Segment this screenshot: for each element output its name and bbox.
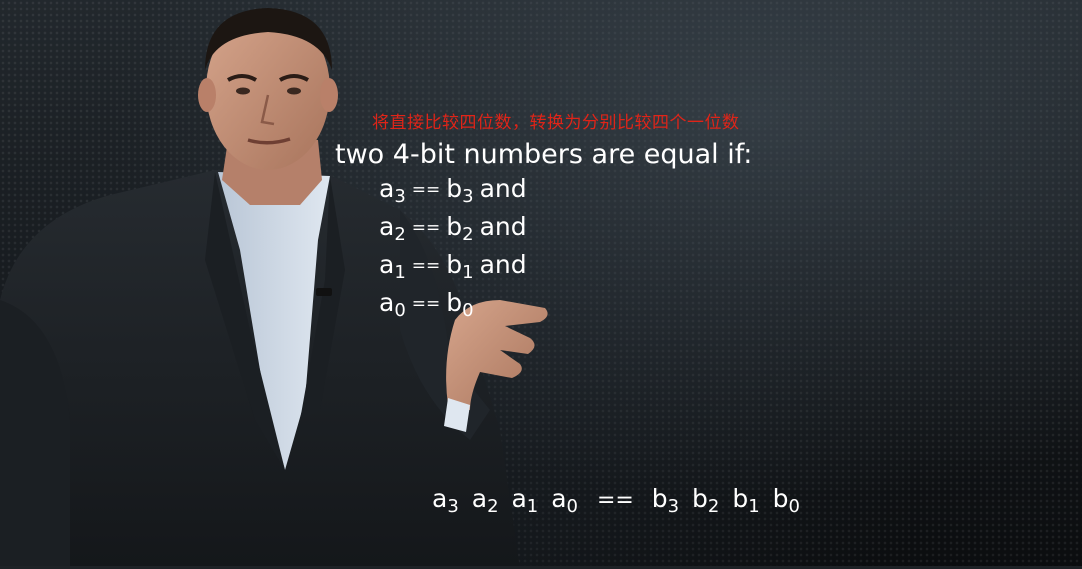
formula-term: a1 <box>511 484 539 517</box>
subscript: 0 <box>462 300 474 321</box>
formula-equals-operator: == <box>596 488 634 513</box>
subscript: 1 <box>394 262 406 283</box>
operand-b: b <box>446 288 463 317</box>
condition-line-3: a3 == b3 and <box>379 174 527 207</box>
equals-operator: == <box>411 180 441 200</box>
formula-term: a0 <box>551 484 578 517</box>
operand-a: a <box>379 174 395 203</box>
subscript: 3 <box>394 186 406 207</box>
equality-formula: a3 a2 a1 a0 == b3 b2 b1 b0 <box>432 484 805 517</box>
condition-line-0: a0 == b0 <box>379 288 480 321</box>
conjunction: and <box>479 174 527 203</box>
operand-a: a <box>379 250 395 279</box>
formula-term: b0 <box>772 484 800 517</box>
formula-term: a2 <box>471 484 499 517</box>
condition-line-2: a2 == b2 and <box>379 212 527 245</box>
subscript: 2 <box>462 224 474 245</box>
formula-term: a3 <box>432 484 459 517</box>
operand-a: a <box>379 212 395 241</box>
video-frame[interactable]: 将直接比较四位数，转换为分别比较四个一位数 two 4-bit numbers … <box>0 0 1082 569</box>
operand-b: b <box>446 212 463 241</box>
subscript: 2 <box>394 224 406 245</box>
subtitle-overlay: 将直接比较四位数，转换为分别比较四个一位数 <box>372 113 740 133</box>
formula-term: b3 <box>651 484 680 517</box>
operand-a: a <box>379 288 395 317</box>
conjunction: and <box>479 212 527 241</box>
equals-operator: == <box>411 218 441 238</box>
equals-operator: == <box>411 294 441 314</box>
formula-term: b1 <box>732 484 760 517</box>
equals-operator: == <box>411 256 441 276</box>
operand-b: b <box>446 250 463 279</box>
subscript: 1 <box>462 262 474 283</box>
formula-term: b2 <box>692 484 720 517</box>
condition-line-1: a1 == b1 and <box>379 250 527 283</box>
conjunction: and <box>479 250 527 279</box>
subscript: 3 <box>462 186 474 207</box>
slide-heading: two 4-bit numbers are equal if: <box>335 139 753 170</box>
subscript: 0 <box>394 300 406 321</box>
operand-b: b <box>446 174 463 203</box>
